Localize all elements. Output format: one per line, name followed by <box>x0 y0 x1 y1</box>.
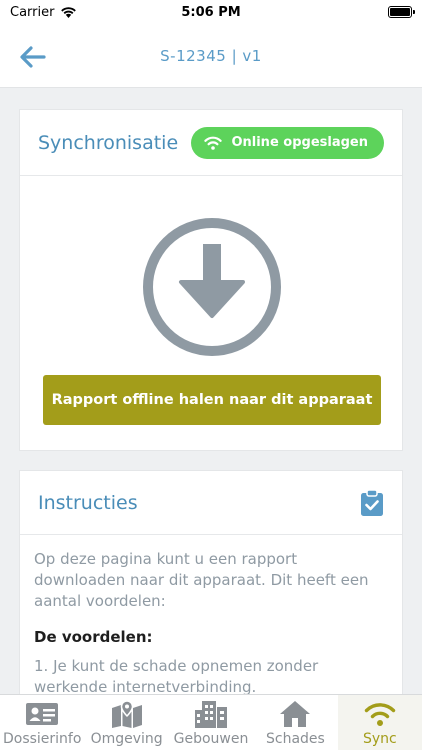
status-left: Carrier <box>10 5 77 20</box>
wifi-icon <box>204 136 223 150</box>
nav-bar: S-12345 | v1 <box>0 24 422 88</box>
status-bar: Carrier 5:06 PM <box>0 0 422 24</box>
wifi-signal-icon <box>61 7 77 18</box>
page-title: S-12345 | v1 <box>160 46 262 65</box>
tab-label: Omgeving <box>90 731 163 747</box>
tab-gebouwen[interactable]: Gebouwen <box>169 695 253 750</box>
map-icon <box>111 700 142 728</box>
wifi-icon <box>364 703 396 726</box>
house-icon <box>280 701 311 727</box>
download-report-button[interactable]: Rapport offline halen naar dit apparaat <box>43 375 381 425</box>
clipboard-check-icon[interactable] <box>360 488 384 517</box>
sync-card-title: Synchronisatie <box>38 131 179 154</box>
tab-dossierinfo[interactable]: Dossierinfo <box>0 695 84 750</box>
list-item: 1. Je kunt de schade opnemen zonder werk… <box>34 657 319 696</box>
instructions-body: Op deze pagina kunt u een rapport downlo… <box>20 535 402 698</box>
download-icon <box>141 216 283 358</box>
sync-card: Synchronisatie Online opgeslagen Rapport… <box>19 109 403 451</box>
arrow-left-icon <box>20 46 46 68</box>
tab-sync[interactable]: Sync <box>337 695 422 750</box>
instructions-header: Instructies <box>20 471 402 535</box>
online-status-badge: Online opgeslagen <box>191 126 384 159</box>
sync-card-header: Synchronisatie Online opgeslagen <box>20 110 402 176</box>
carrier-label: Carrier <box>10 4 55 20</box>
tab-label: Dossierinfo <box>2 731 82 747</box>
buildings-icon <box>195 701 228 728</box>
back-button[interactable] <box>18 42 48 72</box>
tab-bar: Dossierinfo Omgeving Gebouwen Schades Sy… <box>0 694 422 750</box>
battery-icon <box>388 6 415 18</box>
tab-label: Sync <box>362 731 397 747</box>
instructions-card: Instructies Op deze pagina kunt u een ra… <box>19 470 403 710</box>
instructions-intro: Op deze pagina kunt u een rapport downlo… <box>34 550 369 610</box>
instructions-title: Instructies <box>38 491 138 514</box>
id-card-icon <box>26 703 59 725</box>
tab-schades[interactable]: Schades <box>253 695 337 750</box>
tab-label: Gebouwen <box>173 731 249 747</box>
instructions-subheading: De voordelen: <box>34 628 153 646</box>
tab-label: Schades <box>266 731 325 747</box>
online-status-label: Online opgeslagen <box>231 135 368 150</box>
tab-omgeving[interactable]: Omgeving <box>84 695 168 750</box>
